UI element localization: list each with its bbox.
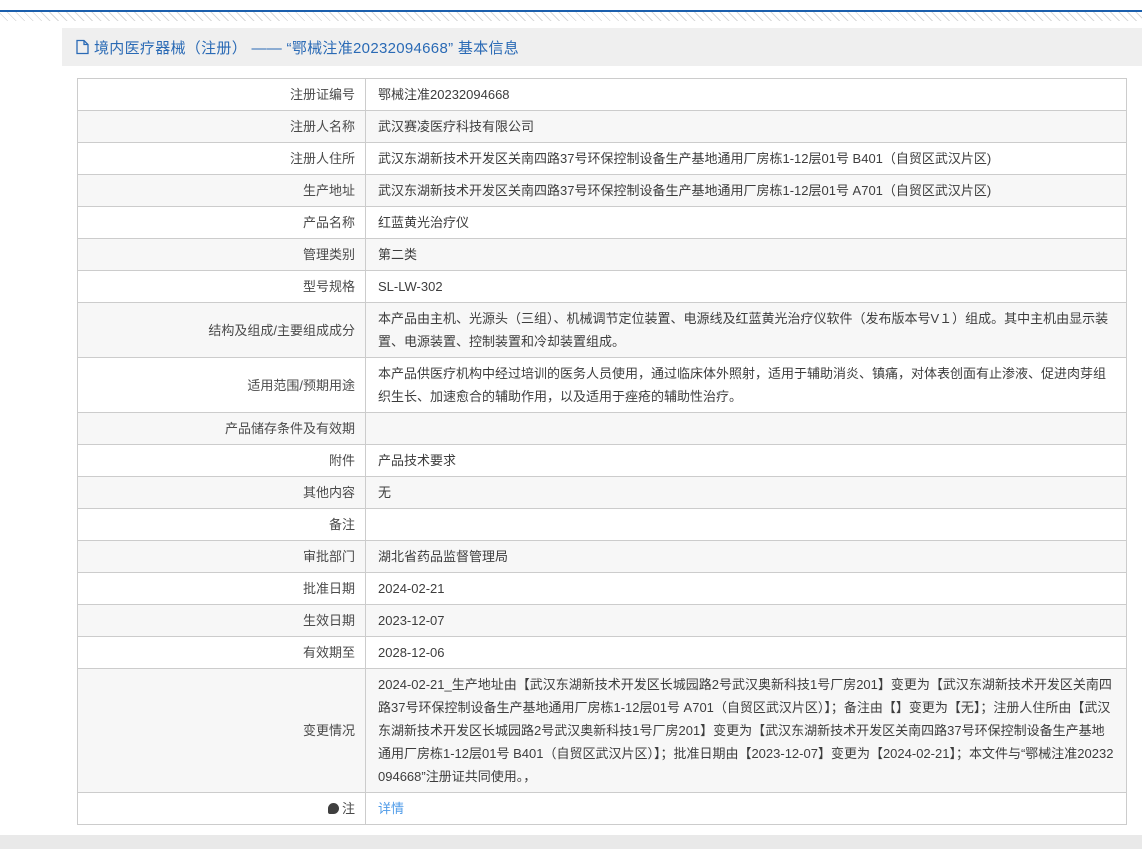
top-spacer xyxy=(0,0,1142,10)
table-row: 有效期至 2028-12-06 xyxy=(77,636,1127,669)
row-label: 注册人名称 xyxy=(77,110,366,143)
table-row: 变更情况 2024-02-21_生产地址由【武汉东湖新技术开发区长城园路2号武汉奥… xyxy=(77,668,1127,793)
row-label: 审批部门 xyxy=(77,540,366,573)
basic-info-table: 注册证编号 鄂械注准20232094668 注册人名称 武汉赛凌医疗科技有限公司 注册人… xyxy=(77,78,1127,825)
row-label: 生产地址 xyxy=(77,174,366,207)
table-row: 结构及组成/主要组成成分 本产品由主机、光源头（三组）、机械调节定位装置、电源线及… xyxy=(77,302,1127,358)
panel-header: 境内医疗器械（注册） —— “鄂械注准20232094668” 基本信息 xyxy=(62,28,1142,66)
row-value: 2024-02-21 xyxy=(365,572,1127,605)
gap xyxy=(0,21,1142,28)
table-row: 备注 xyxy=(77,508,1127,541)
table-row: 生产地址 武汉东湖新技术开发区关南四路37号环保控制设备生产基地通用厂房栋1-12… xyxy=(77,174,1127,207)
row-value: 本产品供医疗机构中经过培训的医务人员使用，通过临床体外照射，适用于辅助消炎、镇痛… xyxy=(365,357,1127,413)
row-label: 产品名称 xyxy=(77,206,366,239)
row-label: 注册证编号 xyxy=(77,78,366,111)
row-value: 2028-12-06 xyxy=(365,636,1127,669)
row-label: 附件 xyxy=(77,444,366,477)
table-row: 注册证编号 鄂械注准20232094668 xyxy=(77,78,1127,111)
row-label: 生效日期 xyxy=(77,604,366,637)
note-balloon-icon xyxy=(327,803,339,814)
table-row: 批准日期 2024-02-21 xyxy=(77,572,1127,605)
row-value xyxy=(365,412,1127,445)
row-value: 2023-12-07 xyxy=(365,604,1127,637)
row-label: 有效期至 xyxy=(77,636,366,669)
row-label: 产品储存条件及有效期 xyxy=(77,412,366,445)
row-label: 注 xyxy=(77,792,366,825)
row-label: 适用范围/预期用途 xyxy=(77,357,366,413)
row-value: 湖北省药品监督管理局 xyxy=(365,540,1127,573)
row-value: 红蓝黄光治疗仪 xyxy=(365,206,1127,239)
table-row: 注册人名称 武汉赛凌医疗科技有限公司 xyxy=(77,110,1127,143)
row-label: 型号规格 xyxy=(77,270,366,303)
panel-body: 注册证编号 鄂械注准20232094668 注册人名称 武汉赛凌医疗科技有限公司 注册人… xyxy=(62,66,1142,835)
table-row: 注详情 xyxy=(77,792,1127,825)
row-value: 武汉东湖新技术开发区关南四路37号环保控制设备生产基地通用厂房栋1-12层01号… xyxy=(365,142,1127,175)
table-row: 管理类别 第二类 xyxy=(77,238,1127,271)
row-value: 武汉赛凌医疗科技有限公司 xyxy=(365,110,1127,143)
row-label: 变更情况 xyxy=(77,668,366,793)
document-icon xyxy=(75,39,90,55)
table-row: 注册人住所 武汉东湖新技术开发区关南四路37号环保控制设备生产基地通用厂房栋1-1… xyxy=(77,142,1127,175)
table-row: 型号规格 SL-LW-302 xyxy=(77,270,1127,303)
row-label: 其他内容 xyxy=(77,476,366,509)
row-value: 2024-02-21_生产地址由【武汉东湖新技术开发区长城园路2号武汉奥新科技1… xyxy=(365,668,1127,793)
detail-link[interactable]: 详情 xyxy=(378,801,404,816)
page-bottom-strip xyxy=(0,835,1142,849)
basic-info-table-body: 注册证编号 鄂械注准20232094668 注册人名称 武汉赛凌医疗科技有限公司 注册人… xyxy=(77,78,1127,825)
row-value: 武汉东湖新技术开发区关南四路37号环保控制设备生产基地通用厂房栋1-12层01号… xyxy=(365,174,1127,207)
basic-info-panel: 境内医疗器械（注册） —— “鄂械注准20232094668” 基本信息 注册证… xyxy=(62,28,1142,835)
hatched-stripe-band xyxy=(0,12,1142,21)
row-value xyxy=(365,508,1127,541)
row-label: 注册人住所 xyxy=(77,142,366,175)
row-value: 本产品由主机、光源头（三组）、机械调节定位装置、电源线及红蓝黄光治疗仪软件（发布… xyxy=(365,302,1127,358)
table-row: 生效日期 2023-12-07 xyxy=(77,604,1127,637)
table-row: 其他内容无 xyxy=(77,476,1127,509)
table-row: 适用范围/预期用途 本产品供医疗机构中经过培训的医务人员使用，通过临床体外照射，适… xyxy=(77,357,1127,413)
row-value: 鄂械注准20232094668 xyxy=(365,78,1127,111)
row-value: 无 xyxy=(365,476,1127,509)
page-title: 境内医疗器械（注册） —— “鄂械注准20232094668” 基本信息 xyxy=(94,39,520,57)
row-label: 结构及组成/主要组成成分 xyxy=(77,302,366,358)
row-value: SL-LW-302 xyxy=(365,270,1127,303)
row-value: 第二类 xyxy=(365,238,1127,271)
row-value: 详情 xyxy=(365,792,1127,825)
row-label: 批准日期 xyxy=(77,572,366,605)
row-value: 产品技术要求 xyxy=(365,444,1127,477)
row-label: 管理类别 xyxy=(77,238,366,271)
table-row: 审批部门 湖北省药品监督管理局 xyxy=(77,540,1127,573)
row-label: 备注 xyxy=(77,508,366,541)
table-row: 产品储存条件及有效期 xyxy=(77,412,1127,445)
table-row: 附件 产品技术要求 xyxy=(77,444,1127,477)
table-row: 产品名称 红蓝黄光治疗仪 xyxy=(77,206,1127,239)
